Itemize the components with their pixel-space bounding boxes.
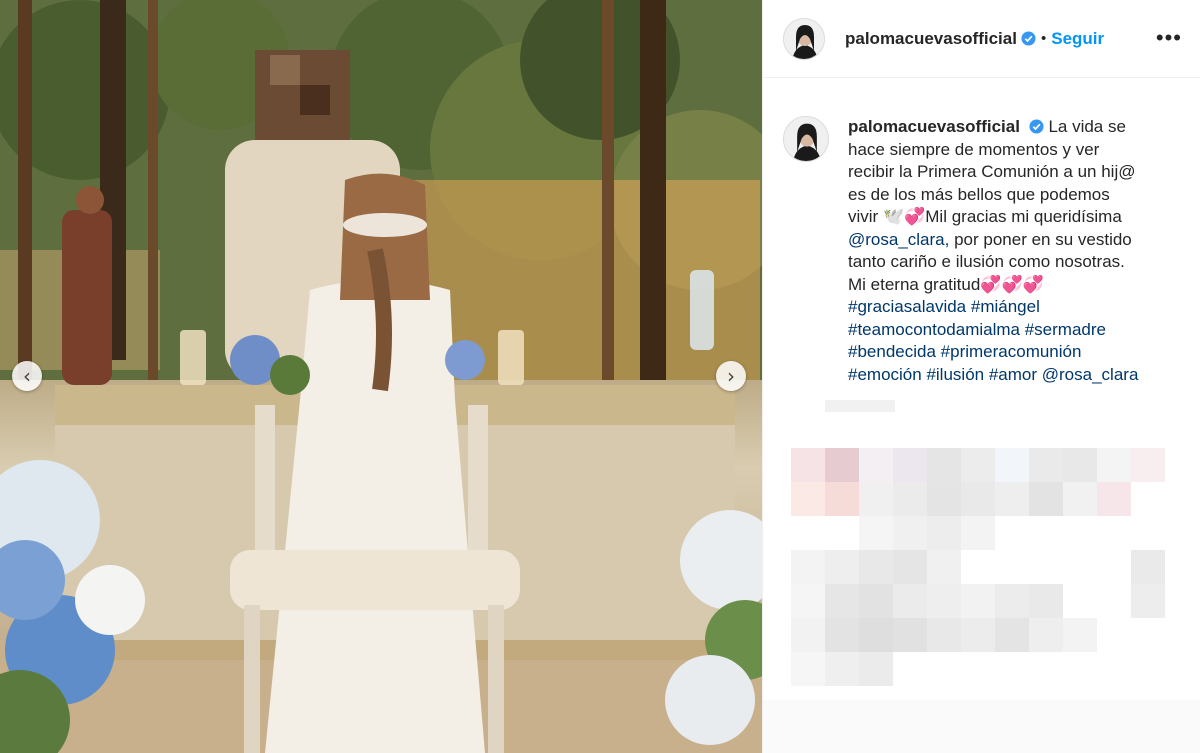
chevron-right-icon: › [727,364,735,388]
photo-scene [0,0,762,753]
blurred-comments [763,400,1200,753]
chevron-left-icon: ‹ [23,364,31,388]
next-photo-button[interactable]: › [716,361,746,391]
post-sidebar: palomacuevasofficial • Seguir ••• paloma… [762,0,1200,753]
previous-photo-button[interactable]: ‹ [12,361,42,391]
post-photo[interactable]: ‹ › [0,0,762,753]
